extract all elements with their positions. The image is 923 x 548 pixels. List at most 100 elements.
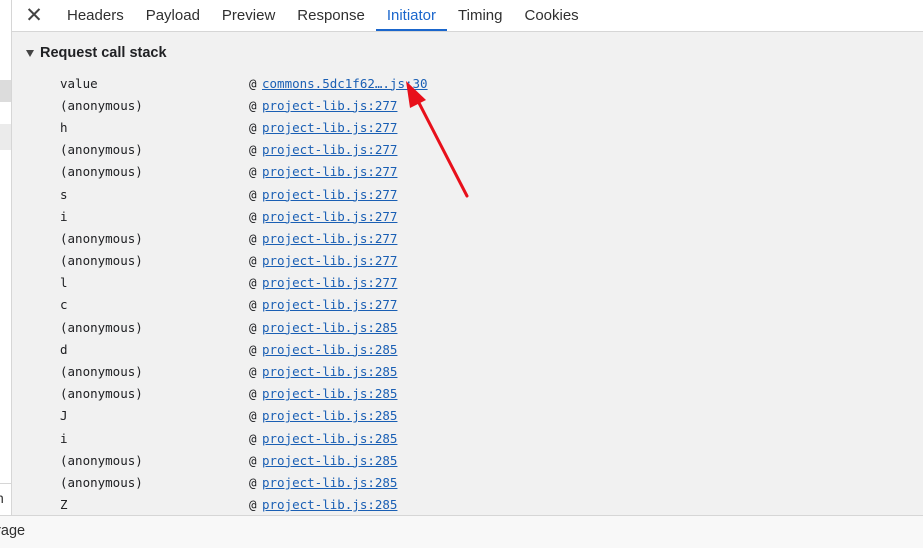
source-link[interactable]: project-lib.js:277 bbox=[262, 253, 397, 268]
at-symbol: @ bbox=[249, 474, 257, 490]
detail-tab-bar: ✕ Headers Payload Preview Response Initiator… bbox=[12, 0, 923, 32]
function-name: i bbox=[60, 208, 68, 224]
at-symbol: @ bbox=[249, 408, 257, 424]
source-link[interactable]: project-lib.js:285 bbox=[262, 320, 397, 335]
at-symbol: @ bbox=[249, 97, 257, 113]
at-symbol: @ bbox=[249, 430, 257, 446]
function-name: i bbox=[60, 430, 68, 446]
divider bbox=[0, 483, 11, 484]
function-name: value bbox=[60, 75, 98, 91]
triangle-down-icon[interactable] bbox=[26, 49, 34, 57]
call-stack-frame: (anonymous) @ project-lib.js:277 bbox=[60, 161, 428, 183]
request-list-panel: n bbox=[0, 0, 12, 515]
call-stack-frame: d @ project-lib.js:285 bbox=[60, 338, 428, 360]
source-link[interactable]: project-lib.js:277 bbox=[262, 142, 397, 157]
at-symbol: @ bbox=[249, 164, 257, 180]
call-stack-frame: i @ project-lib.js:277 bbox=[60, 205, 428, 227]
source-link[interactable]: commons.5dc1f62….js:30 bbox=[262, 76, 428, 91]
at-symbol: @ bbox=[249, 208, 257, 224]
at-symbol: @ bbox=[249, 119, 257, 135]
section-title: Request call stack bbox=[40, 45, 167, 61]
tab-timing[interactable]: Timing bbox=[447, 0, 513, 31]
source-link[interactable]: project-lib.js:277 bbox=[262, 120, 397, 135]
source-link[interactable]: project-lib.js:277 bbox=[262, 164, 397, 179]
tab-headers[interactable]: Headers bbox=[56, 0, 135, 31]
at-symbol: @ bbox=[249, 275, 257, 291]
call-stack-frame: J @ project-lib.js:285 bbox=[60, 405, 428, 427]
call-stack-frame: (anonymous) @ project-lib.js:285 bbox=[60, 449, 428, 471]
request-row-selected[interactable] bbox=[0, 80, 11, 102]
at-symbol: @ bbox=[249, 253, 257, 269]
source-link[interactable]: project-lib.js:285 bbox=[262, 475, 397, 490]
request-call-stack-header[interactable]: Request call stack bbox=[26, 45, 167, 61]
call-stack-frame: (anonymous) @ project-lib.js:277 bbox=[60, 227, 428, 249]
call-stack-frame: h @ project-lib.js:277 bbox=[60, 116, 428, 138]
tab-initiator[interactable]: Initiator bbox=[375, 0, 448, 31]
at-symbol: @ bbox=[249, 319, 257, 335]
call-stack-frame: (anonymous) @ project-lib.js:285 bbox=[60, 471, 428, 493]
call-stack-frame: (anonymous) @ project-lib.js:285 bbox=[60, 316, 428, 338]
function-name: (anonymous) bbox=[60, 97, 143, 113]
function-name: (anonymous) bbox=[60, 142, 143, 158]
source-link[interactable]: project-lib.js:285 bbox=[262, 364, 397, 379]
function-name: h bbox=[60, 119, 68, 135]
source-link[interactable]: project-lib.js:285 bbox=[262, 386, 397, 401]
close-icon[interactable]: ✕ bbox=[12, 0, 56, 31]
at-symbol: @ bbox=[249, 75, 257, 91]
tab-cookies[interactable]: Cookies bbox=[513, 0, 589, 31]
function-name: l bbox=[60, 275, 68, 291]
source-link[interactable]: project-lib.js:285 bbox=[262, 431, 397, 446]
call-stack-frame: (anonymous) @ project-lib.js:285 bbox=[60, 360, 428, 382]
tab-response[interactable]: Response bbox=[286, 0, 376, 31]
function-name: (anonymous) bbox=[60, 319, 143, 335]
call-stack-list: value @ commons.5dc1f62….js:30 (anonymous) @… bbox=[60, 72, 428, 516]
source-link[interactable]: project-lib.js:277 bbox=[262, 209, 397, 224]
call-stack-frame: s @ project-lib.js:277 bbox=[60, 183, 428, 205]
at-symbol: @ bbox=[249, 386, 257, 402]
call-stack-frame: value @ commons.5dc1f62….js:30 bbox=[60, 72, 428, 94]
at-symbol: @ bbox=[249, 297, 257, 313]
function-name: Z bbox=[60, 497, 68, 513]
source-link[interactable]: project-lib.js:285 bbox=[262, 342, 397, 357]
call-stack-frame: c @ project-lib.js:277 bbox=[60, 294, 428, 316]
source-link[interactable]: project-lib.js:285 bbox=[262, 497, 397, 512]
at-symbol: @ bbox=[249, 341, 257, 357]
function-name: (anonymous) bbox=[60, 452, 143, 468]
source-link[interactable]: project-lib.js:285 bbox=[262, 453, 397, 468]
function-name: s bbox=[60, 186, 68, 202]
request-row[interactable] bbox=[0, 124, 11, 150]
drawer-tab-label[interactable]: erage bbox=[0, 523, 25, 539]
request-list-text: n bbox=[0, 490, 11, 510]
bottom-drawer: erage bbox=[0, 515, 923, 548]
source-link[interactable]: project-lib.js:277 bbox=[262, 231, 397, 246]
call-stack-frame: Z @ project-lib.js:285 bbox=[60, 494, 428, 516]
source-link[interactable]: project-lib.js:277 bbox=[262, 297, 397, 312]
function-name: (anonymous) bbox=[60, 253, 143, 269]
at-symbol: @ bbox=[249, 364, 257, 380]
at-symbol: @ bbox=[249, 452, 257, 468]
initiator-panel: Request call stack value @ commons.5dc1f62… bbox=[12, 32, 923, 515]
call-stack-frame: (anonymous) @ project-lib.js:277 bbox=[60, 139, 428, 161]
function-name: (anonymous) bbox=[60, 474, 143, 490]
call-stack-frame: (anonymous) @ project-lib.js:277 bbox=[60, 94, 428, 116]
call-stack-frame: i @ project-lib.js:285 bbox=[60, 427, 428, 449]
call-stack-frame: (anonymous) @ project-lib.js:285 bbox=[60, 383, 428, 405]
source-link[interactable]: project-lib.js:277 bbox=[262, 275, 397, 290]
function-name: c bbox=[60, 297, 68, 313]
at-symbol: @ bbox=[249, 497, 257, 513]
function-name: d bbox=[60, 341, 68, 357]
function-name: J bbox=[60, 408, 68, 424]
source-link[interactable]: project-lib.js:277 bbox=[262, 187, 397, 202]
function-name: (anonymous) bbox=[60, 386, 143, 402]
function-name: (anonymous) bbox=[60, 230, 143, 246]
source-link[interactable]: project-lib.js:277 bbox=[262, 98, 397, 113]
function-name: (anonymous) bbox=[60, 164, 143, 180]
call-stack-frame: l @ project-lib.js:277 bbox=[60, 272, 428, 294]
at-symbol: @ bbox=[249, 186, 257, 202]
function-name: (anonymous) bbox=[60, 364, 143, 380]
source-link[interactable]: project-lib.js:285 bbox=[262, 408, 397, 423]
call-stack-frame: (anonymous) @ project-lib.js:277 bbox=[60, 250, 428, 272]
tab-payload[interactable]: Payload bbox=[135, 0, 211, 31]
tab-preview[interactable]: Preview bbox=[211, 0, 286, 31]
at-symbol: @ bbox=[249, 230, 257, 246]
